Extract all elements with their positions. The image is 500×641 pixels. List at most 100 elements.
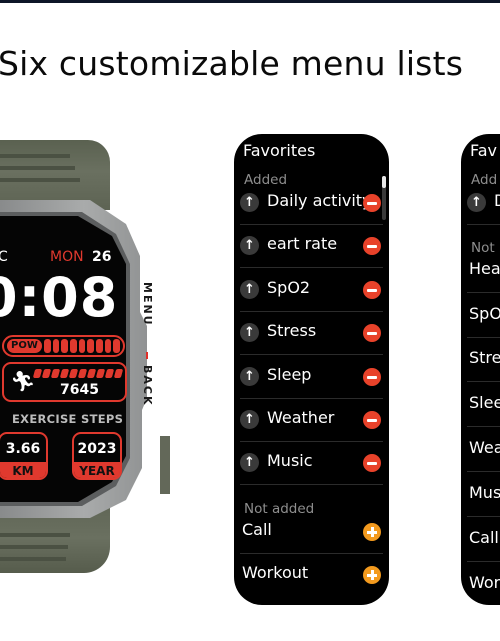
list-item-label: Weather <box>267 408 335 427</box>
watch-date: 26 <box>92 249 112 265</box>
steps-segment <box>32 369 43 378</box>
list-item[interactable]: Mus <box>467 474 500 517</box>
divider <box>467 292 500 293</box>
move-up-icon[interactable]: ↑ <box>240 236 259 255</box>
year-widget: 2023 YEAR <box>72 432 122 480</box>
power-segment <box>87 339 94 353</box>
distance-unit: KM <box>0 462 46 478</box>
list-item[interactable]: ↑ Daily activity <box>240 182 383 225</box>
side-label-divider <box>146 352 148 359</box>
list-item-label: Wor <box>469 573 500 592</box>
list-item[interactable]: ↑ Weather <box>240 399 383 442</box>
divider <box>467 381 500 382</box>
remove-icon[interactable] <box>363 368 381 386</box>
year-unit: YEAR <box>74 462 120 478</box>
power-bar: POW <box>2 335 125 357</box>
list-item[interactable]: ↑ Music <box>240 442 383 485</box>
list-item[interactable]: Wor <box>467 564 500 605</box>
steps-segment <box>59 369 70 378</box>
divider <box>240 354 383 355</box>
list-item[interactable]: ↑ Sleep <box>240 356 383 399</box>
steps-value: 7645 <box>60 382 99 398</box>
watch-partial-label: C <box>0 249 8 265</box>
divider <box>467 516 500 517</box>
power-segment <box>52 339 60 353</box>
list-item[interactable]: Workout <box>240 554 383 597</box>
power-segment <box>96 339 103 353</box>
list-item[interactable]: SpO <box>467 295 500 338</box>
list-item-label: Slee <box>469 393 500 412</box>
list-item-label: Stre <box>469 348 500 367</box>
power-segment <box>104 339 112 353</box>
divider <box>467 561 500 562</box>
steps-segment <box>104 369 115 378</box>
list-item-label: SpO2 <box>267 278 311 297</box>
panel-title: Fav <box>470 141 498 160</box>
list-item-label: Workout <box>242 563 309 582</box>
list-item[interactable]: Wea <box>467 429 500 472</box>
top-border <box>0 0 500 3</box>
list-item-label: Call <box>242 520 272 539</box>
move-up-icon[interactable]: ↑ <box>240 453 259 472</box>
power-segment <box>78 339 86 353</box>
remove-icon[interactable] <box>363 324 381 342</box>
power-label: POW <box>7 339 42 353</box>
list-item[interactable]: ↑ SpO2 <box>240 269 383 312</box>
list-item[interactable]: ↑ Stress <box>240 312 383 355</box>
move-up-icon[interactable]: ↑ <box>240 280 259 299</box>
running-person-icon: 🏃︎ <box>10 369 36 393</box>
add-icon[interactable] <box>363 566 381 584</box>
list-item-label: Daily activity <box>267 191 372 210</box>
move-up-icon[interactable]: ↑ <box>240 367 259 386</box>
list-item-label: Stress <box>267 321 317 340</box>
list-item[interactable]: Call <box>240 511 383 554</box>
divider <box>240 484 383 485</box>
panel-title: Favorites <box>243 141 316 160</box>
favorites-panel: Favorites Added ↑ Daily activity ↑ eart … <box>234 134 389 605</box>
list-item[interactable]: Stre <box>467 339 500 382</box>
divider <box>467 337 500 338</box>
list-item-label: Wea <box>469 438 500 457</box>
list-item-label: Music <box>267 451 313 470</box>
move-up-icon[interactable]: ↑ <box>240 193 259 212</box>
list-item[interactable]: Hea <box>467 250 500 293</box>
favorites-panel-edited: Fav Add ↑ D Not Hea SpO Stre Slee Wea Mu… <box>461 134 500 605</box>
move-up-icon[interactable]: ↑ <box>240 410 259 429</box>
remove-icon[interactable] <box>363 454 381 472</box>
list-item[interactable]: ↑ eart rate <box>240 225 383 268</box>
steps-segment <box>41 369 52 378</box>
divider <box>467 224 500 225</box>
move-up-icon[interactable]: ↑ <box>467 193 486 212</box>
move-up-icon[interactable]: ↑ <box>240 323 259 342</box>
smartwatch-illustration <box>0 140 200 580</box>
power-segment <box>43 339 51 353</box>
power-segment <box>113 339 121 353</box>
watch-strap-top <box>0 140 110 210</box>
remove-icon[interactable] <box>363 237 381 255</box>
headline: Six customizable menu lists <box>0 44 464 83</box>
add-icon[interactable] <box>363 523 381 541</box>
steps-segment <box>68 369 79 378</box>
list-item-label: SpO <box>469 304 500 323</box>
side-label-back: BACK <box>141 365 154 407</box>
remove-icon[interactable] <box>363 194 381 212</box>
year-value: 2023 <box>77 441 117 457</box>
remove-icon[interactable] <box>363 411 381 429</box>
list-item[interactable]: ↑ D <box>467 182 500 225</box>
steps-segment <box>77 369 88 378</box>
list-item-label: eart rate <box>267 234 338 253</box>
distance-widget: 3.66 KM <box>0 432 48 480</box>
power-segment <box>61 339 68 353</box>
watch-side-button[interactable] <box>160 436 170 494</box>
exercise-steps-label: EXERCISE STEPS <box>12 412 124 426</box>
list-item-label: Call <box>469 528 499 547</box>
steps-progress <box>32 369 124 378</box>
list-item[interactable]: Slee <box>467 384 500 427</box>
list-item-label: Mus <box>469 483 500 502</box>
power-segment <box>69 339 77 353</box>
divider <box>240 267 383 268</box>
list-item[interactable]: Call <box>467 519 500 562</box>
steps-segment <box>113 369 124 378</box>
remove-icon[interactable] <box>363 281 381 299</box>
steps-widget: 🏃︎ 7645 <box>2 362 127 402</box>
